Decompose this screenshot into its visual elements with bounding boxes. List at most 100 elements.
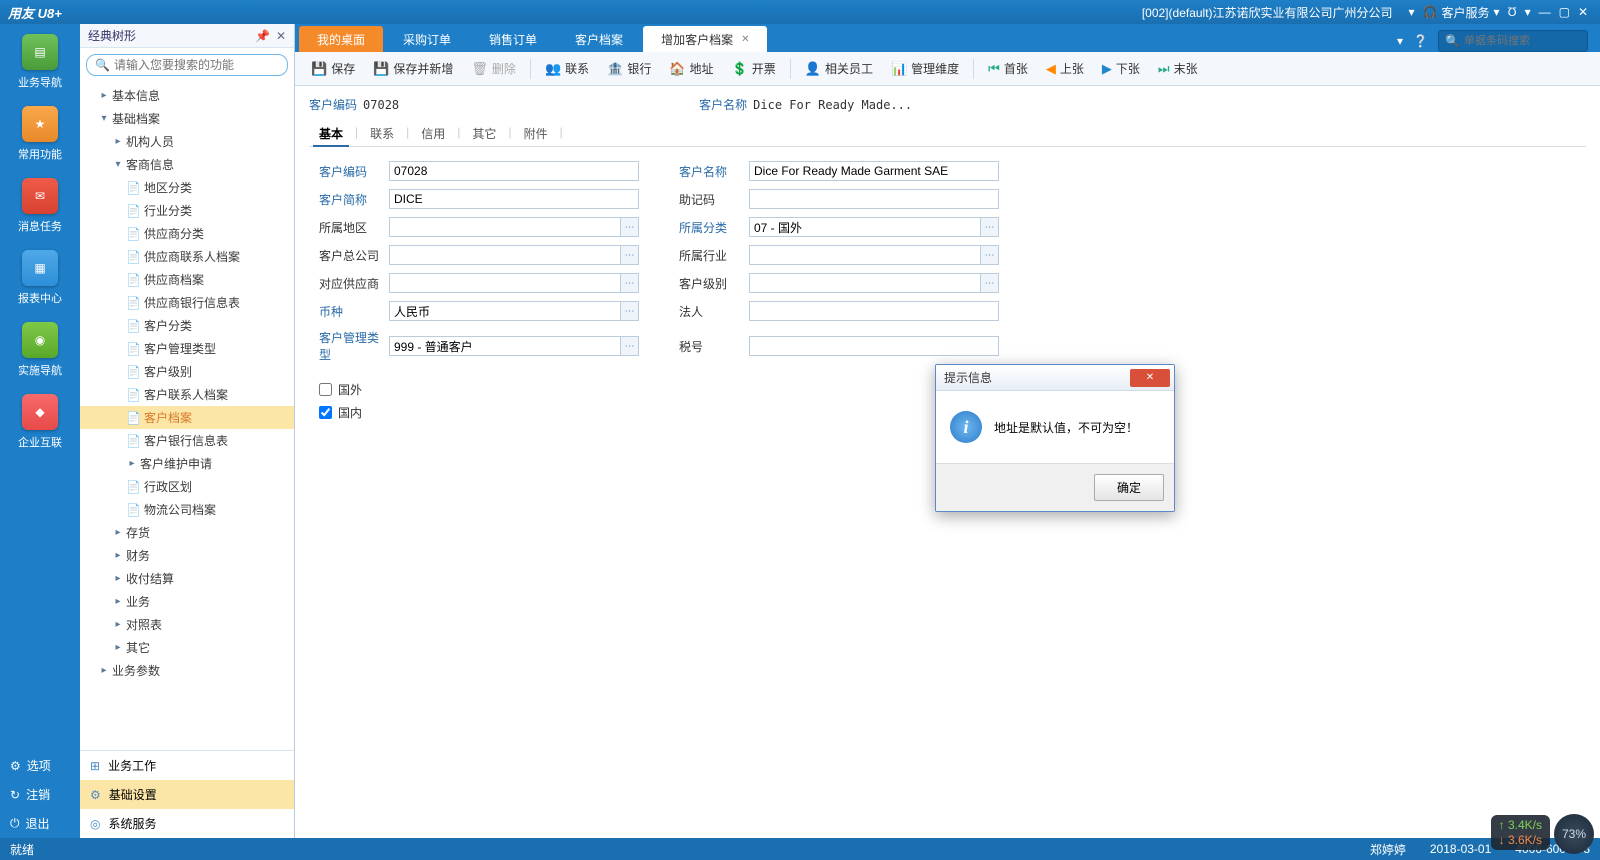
- staff-button[interactable]: 👤相关员工: [797, 56, 881, 81]
- mgmt-button[interactable]: 📊管理维度: [883, 56, 967, 81]
- input-mnem[interactable]: [749, 189, 999, 209]
- lookup-curr-icon[interactable]: ⋯: [621, 301, 639, 321]
- company-dropdown-icon[interactable]: ▾: [1409, 5, 1415, 19]
- subtab-basic[interactable]: 基本: [309, 121, 353, 146]
- input-hq[interactable]: [389, 245, 621, 265]
- invoice-button[interactable]: 💲开票: [724, 56, 784, 81]
- tree-search[interactable]: 🔍: [86, 54, 288, 76]
- dialog-ok-button[interactable]: 确定: [1094, 474, 1164, 501]
- input-supplier[interactable]: [389, 273, 621, 293]
- tree-node[interactable]: ▸业务: [80, 590, 294, 613]
- subtab-contact[interactable]: 联系: [360, 121, 404, 146]
- pin-icon[interactable]: 📌: [255, 29, 270, 43]
- tree-node[interactable]: 📄客户管理类型: [80, 337, 294, 360]
- down2-icon[interactable]: ▾: [1525, 5, 1531, 19]
- tree-node[interactable]: 📄客户级别: [80, 360, 294, 383]
- next-button[interactable]: ▶下张: [1094, 56, 1148, 81]
- options-button[interactable]: ⚙选项: [0, 751, 80, 780]
- tree-node[interactable]: 📄客户分类: [80, 314, 294, 337]
- tree-node[interactable]: 📄供应商档案: [80, 268, 294, 291]
- customer-service-link[interactable]: 客户服务: [1442, 4, 1490, 21]
- input-industry[interactable]: [749, 245, 981, 265]
- nav-enterprise[interactable]: ◆企业互联: [18, 394, 62, 450]
- input-region[interactable]: [389, 217, 621, 237]
- dialog-close-icon[interactable]: ✕: [1130, 369, 1170, 387]
- last-button[interactable]: ⏭末张: [1150, 56, 1206, 81]
- lookup-supplier-icon[interactable]: ⋯: [621, 273, 639, 293]
- tree-node[interactable]: 📄地区分类: [80, 176, 294, 199]
- lookup-mgtype-icon[interactable]: ⋯: [621, 336, 639, 356]
- logout-button[interactable]: ↻注销: [0, 780, 80, 809]
- tree-node[interactable]: 📄行政区划: [80, 475, 294, 498]
- close-icon[interactable]: ✕: [1578, 5, 1588, 19]
- close-tree-icon[interactable]: ✕: [276, 29, 286, 43]
- first-button[interactable]: ⏮首张: [980, 56, 1036, 81]
- input-class[interactable]: [749, 217, 981, 237]
- prev-button[interactable]: ◀上张: [1038, 56, 1092, 81]
- input-level[interactable]: [749, 273, 981, 293]
- tree-node[interactable]: 📄物流公司档案: [80, 498, 294, 521]
- tree-node[interactable]: 📄供应商联系人档案: [80, 245, 294, 268]
- tab-close-icon[interactable]: ✕: [741, 34, 749, 45]
- nav-impl[interactable]: ◉实施导航: [18, 322, 62, 378]
- input-name[interactable]: [749, 161, 999, 181]
- input-mgtype[interactable]: [389, 336, 621, 356]
- tree-node[interactable]: ▾客商信息: [80, 153, 294, 176]
- lookup-industry-icon[interactable]: ⋯: [981, 245, 999, 265]
- input-tax[interactable]: [749, 336, 999, 356]
- contact-button[interactable]: 👥联系: [537, 56, 597, 81]
- tab-sales[interactable]: 销售订单: [471, 26, 555, 52]
- lookup-level-icon[interactable]: ⋯: [981, 273, 999, 293]
- tree-node[interactable]: 📄行业分类: [80, 199, 294, 222]
- save-button[interactable]: 💾保存: [303, 56, 363, 81]
- nav-report[interactable]: ▦报表中心: [18, 250, 62, 306]
- lookup-hq-icon[interactable]: ⋯: [621, 245, 639, 265]
- nav-business[interactable]: ▤业务导航: [18, 34, 62, 90]
- input-code[interactable]: [389, 161, 639, 181]
- exit-button[interactable]: ⏻退出: [0, 809, 80, 838]
- tree-node[interactable]: ▸收付结算: [80, 567, 294, 590]
- tree-node[interactable]: 📄客户联系人档案: [80, 383, 294, 406]
- tree-node[interactable]: ▸机构人员: [80, 130, 294, 153]
- bank-button[interactable]: 🏦银行: [599, 56, 659, 81]
- subtab-attach[interactable]: 附件: [514, 121, 558, 146]
- tree-node[interactable]: 📄供应商分类: [80, 222, 294, 245]
- barcode-input[interactable]: [1464, 35, 1600, 47]
- u-icon[interactable]: Ʊ: [1508, 5, 1517, 19]
- foot-jichu[interactable]: ⚙基础设置: [80, 780, 294, 809]
- nav-common[interactable]: ★常用功能: [18, 106, 62, 162]
- lookup-class-icon[interactable]: ⋯: [981, 217, 999, 237]
- input-curr[interactable]: [389, 301, 621, 321]
- foot-xitong[interactable]: ◎系统服务: [80, 809, 294, 838]
- tab-desktop[interactable]: 我的桌面: [299, 26, 383, 52]
- tree-node[interactable]: ▸业务参数: [80, 659, 294, 682]
- tree-node[interactable]: ▸对照表: [80, 613, 294, 636]
- tree-node[interactable]: ▸基本信息: [80, 84, 294, 107]
- barcode-search[interactable]: 🔍: [1438, 30, 1588, 52]
- subtab-other[interactable]: 其它: [462, 121, 506, 146]
- tree-node[interactable]: ▾基础档案: [80, 107, 294, 130]
- address-button[interactable]: 🏠地址: [661, 56, 721, 81]
- lookup-region-icon[interactable]: ⋯: [621, 217, 639, 237]
- tree-node[interactable]: ▸其它: [80, 636, 294, 659]
- tab-customer[interactable]: 客户档案: [557, 26, 641, 52]
- nav-message[interactable]: ✉消息任务: [18, 178, 62, 234]
- tree-node[interactable]: 📄客户银行信息表: [80, 429, 294, 452]
- chevron-down-icon[interactable]: ▾: [1397, 34, 1403, 48]
- save-add-button[interactable]: 💾保存并新增: [365, 56, 461, 81]
- tree-node[interactable]: ▸客户维护申请: [80, 452, 294, 475]
- help-icon[interactable]: ❔: [1413, 34, 1428, 48]
- tree-node[interactable]: 📄供应商银行信息表: [80, 291, 294, 314]
- input-short[interactable]: [389, 189, 639, 209]
- foot-yewu[interactable]: ⊞业务工作: [80, 751, 294, 780]
- maximize-icon[interactable]: ▢: [1559, 5, 1570, 19]
- tree-node[interactable]: ▸存货: [80, 521, 294, 544]
- tree-search-input[interactable]: [114, 58, 279, 72]
- tab-add-customer[interactable]: 增加客户档案✕: [643, 26, 767, 52]
- tab-purchase[interactable]: 采购订单: [385, 26, 469, 52]
- minimize-icon[interactable]: —: [1539, 5, 1551, 19]
- subtab-credit[interactable]: 信用: [411, 121, 455, 146]
- tree-node[interactable]: 📄客户档案: [80, 406, 294, 429]
- down-icon[interactable]: ▾: [1494, 5, 1500, 19]
- input-legal[interactable]: [749, 301, 999, 321]
